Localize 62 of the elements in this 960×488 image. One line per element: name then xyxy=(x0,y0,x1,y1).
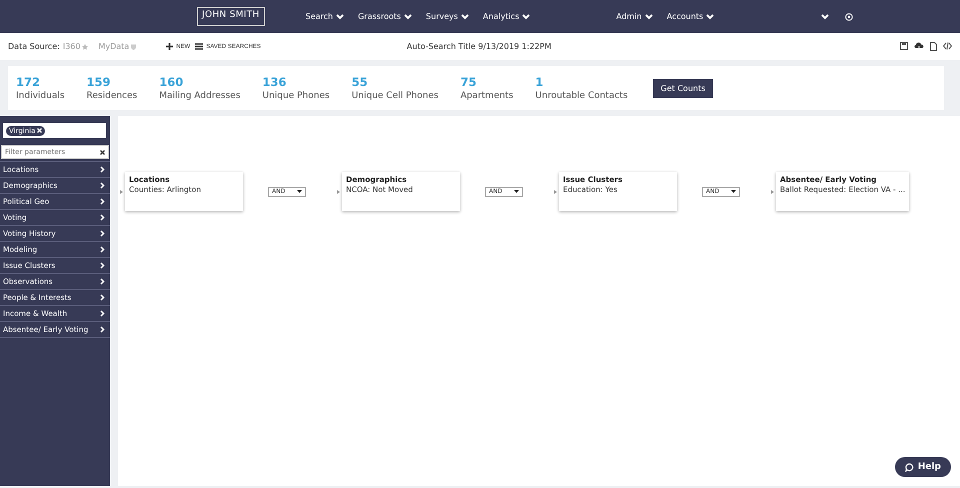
get-counts-button[interactable]: Get Counts xyxy=(652,78,714,98)
count-value: 159 xyxy=(86,75,112,89)
nav-menu[interactable]: Analytics xyxy=(482,12,530,21)
chevron-right-icon xyxy=(100,246,105,253)
caret-icon xyxy=(297,190,302,193)
chevron-right-icon xyxy=(100,262,105,269)
count-label: Apartments xyxy=(460,91,514,101)
count-label: Unique Cell Phones xyxy=(352,91,438,101)
search-title: Auto-Search Title 9/13/2019 1:22PM xyxy=(406,42,552,51)
dropdown-icon[interactable] xyxy=(821,14,830,20)
count-value: 1 xyxy=(535,75,544,89)
plus-icon xyxy=(166,43,174,50)
pdf-icon[interactable] xyxy=(930,42,937,51)
nav-menu[interactable]: Search xyxy=(306,12,344,21)
chevron-right-icon xyxy=(100,198,105,205)
chat-icon xyxy=(904,462,914,472)
chevron-right-icon xyxy=(100,294,105,301)
remove-icon[interactable] xyxy=(37,128,42,133)
nav-menu[interactable]: Accounts xyxy=(666,12,714,21)
count-label: Individuals xyxy=(16,91,65,101)
nav-menu[interactable]: Grassroots xyxy=(358,12,412,21)
nav-menu[interactable]: Admin xyxy=(616,12,653,21)
chevron-down-icon xyxy=(404,14,412,20)
code-icon[interactable] xyxy=(943,42,952,50)
count-value: 172 xyxy=(16,75,42,89)
arrow-icon xyxy=(771,190,774,194)
shield-icon xyxy=(131,44,136,50)
caret-icon xyxy=(514,190,519,193)
chevron-down-icon xyxy=(522,14,530,20)
chevron-down-icon xyxy=(706,14,714,20)
chevron-down-icon xyxy=(336,14,344,20)
logo: JOHN SMITH xyxy=(197,7,264,26)
help-button[interactable]: Help xyxy=(894,457,951,477)
chevron-right-icon xyxy=(100,310,105,317)
chevron-right-icon xyxy=(100,326,105,333)
count-label: Residences xyxy=(86,91,138,101)
clear-icon[interactable] xyxy=(100,150,105,154)
star-icon xyxy=(82,44,88,50)
caret-icon xyxy=(731,190,736,193)
data-source-label: Data Source: xyxy=(8,42,60,51)
count-value: 160 xyxy=(159,75,184,89)
chevron-right-icon xyxy=(100,182,105,189)
count-value: 136 xyxy=(262,75,288,89)
chevron-right-icon xyxy=(100,230,105,237)
chevron-right-icon xyxy=(100,214,105,221)
count-label: Unroutable Contacts xyxy=(535,91,628,101)
cloud-download-icon[interactable] xyxy=(914,42,924,50)
list-icon xyxy=(195,43,204,50)
help-icon[interactable] xyxy=(845,12,854,20)
nav-menu[interactable]: Surveys xyxy=(426,12,469,21)
chevron-down-icon xyxy=(460,14,469,20)
count-label: Unique Phones xyxy=(262,91,330,101)
arrow-icon xyxy=(120,190,123,194)
count-value: 55 xyxy=(352,75,369,89)
chevron-down-icon xyxy=(644,14,653,20)
arrow-icon xyxy=(337,190,340,194)
count-label: Mailing Addresses xyxy=(159,91,240,101)
chevron-right-icon xyxy=(100,278,105,285)
count-value: 75 xyxy=(460,75,478,89)
chevron-right-icon xyxy=(100,166,105,173)
arrow-icon xyxy=(554,190,557,194)
save-icon[interactable] xyxy=(900,42,908,50)
